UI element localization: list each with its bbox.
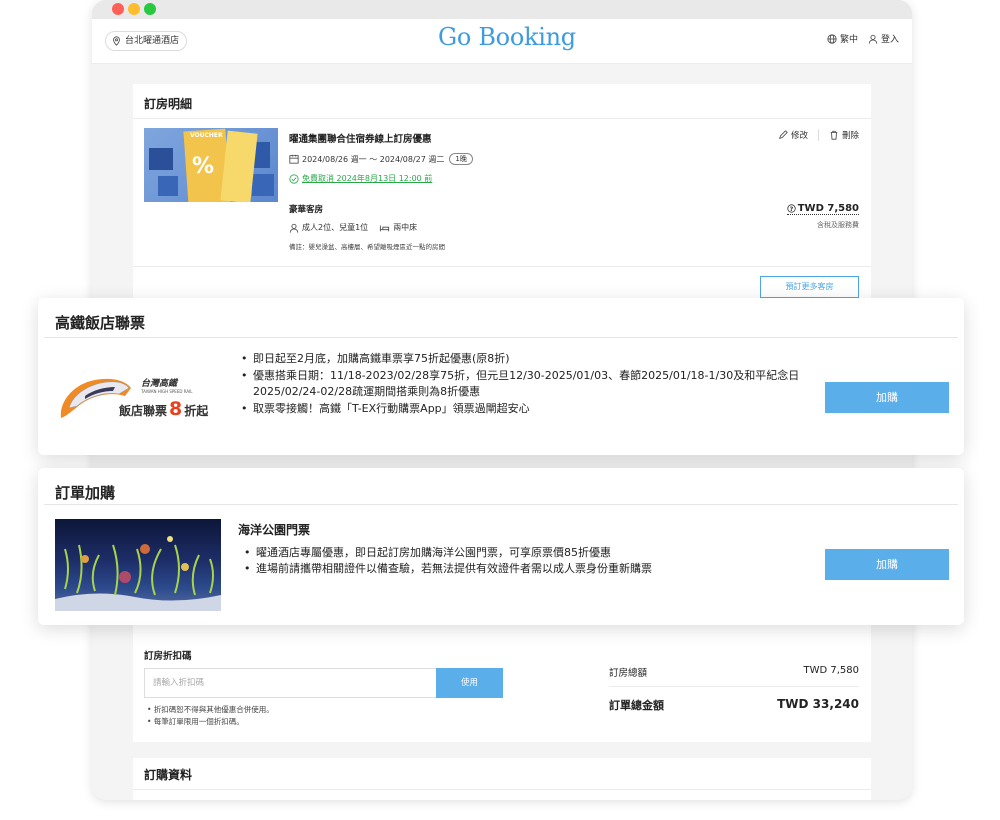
info-icon: ? — [787, 204, 796, 213]
hotel-name: 台北曜通酒店 — [125, 36, 180, 46]
nights-badge: 1晚 — [449, 153, 473, 165]
room-type: 豪華客房 — [289, 205, 324, 215]
site-logo[interactable]: Go Booking — [438, 23, 576, 51]
plan-name: 曜通集團聯合住宿券線上訂房優惠 — [289, 134, 432, 145]
coral-reef-illustration — [55, 536, 221, 611]
booking-detail-card: 訂房明細 VOUCHER % 曜通集團聯合住宿券線上訂房優惠 2024/08/2… — [133, 84, 871, 302]
plan-image: VOUCHER % — [144, 128, 278, 202]
voucher-text: VOUCHER — [190, 132, 223, 139]
hsr-bullet: 優惠搭乘日期：11/18-2023/02/28享75折，但元旦12/30-202… — [239, 368, 809, 401]
delete-label: 刪除 — [841, 131, 859, 141]
hsr-bullet-text: 優惠搭乘日期：11/18-2023/02/28享75折，但元旦12/30-202… — [253, 368, 800, 382]
location-pin-icon — [113, 36, 120, 46]
check-circle-icon — [289, 173, 299, 184]
addon-bullet: 進場前請攜帶相關證件以備查驗，若無法提供有效證件者需以成人票身份重新購票 — [242, 561, 802, 577]
bed-icon — [380, 225, 390, 231]
booking-detail-title: 訂房明細 — [144, 97, 193, 111]
room-total-value: TWD 7,580 — [803, 665, 859, 676]
addon-product-name: 海洋公園門票 — [238, 523, 311, 537]
hsr-combo-modal: 高鐵飯店聯票 台灣高鐵 TAIWAN HIGH SPEED RAIL 飯店聯票 … — [38, 298, 964, 455]
addon-bullet: 曜通酒店專屬優惠，即日起訂房加購海洋公園門票，可享原票價85折優惠 — [242, 545, 802, 561]
addon-add-button[interactable]: 加購 — [825, 549, 949, 580]
user-icon — [868, 34, 878, 44]
edit-button[interactable]: 修改 — [778, 129, 808, 141]
edit-label: 修改 — [790, 131, 808, 141]
purchase-info-title: 訂購資料 — [144, 768, 193, 782]
hsr-bullet-text-cont: 2025/02/24-02/28疏運期間搭乘則為8折優惠 — [253, 385, 481, 398]
title-bar — [92, 0, 912, 19]
order-addon-modal: 訂單加購 海洋公園門票 曜通酒店專屬優惠，即日起訂房加購海洋公園門票，可享原票價… — [38, 468, 964, 625]
login-label: 登入 — [880, 35, 899, 45]
order-total-label: 訂單總金額 — [609, 699, 664, 712]
login-link[interactable]: 登入 — [868, 32, 899, 45]
guest-count: 成人2位、兒童1位 — [302, 223, 369, 232]
pencil-icon — [778, 130, 788, 139]
divider — [133, 118, 871, 119]
addon-modal-title: 訂單加購 — [55, 484, 116, 502]
price-note: 含稅及服務費 — [817, 221, 859, 229]
guest-icon — [289, 223, 299, 233]
order-summary-card: 訂房折扣碼 請輸入折扣碼 使用 • 折扣碼恕不得與其他優惠合併使用。 • 每筆訂… — [133, 618, 871, 742]
close-window-button[interactable] — [112, 3, 124, 15]
room-price[interactable]: TWD 7,580 — [798, 203, 859, 214]
calendar-icon — [289, 154, 299, 164]
coupon-input[interactable]: 請輸入折扣碼 — [144, 668, 437, 698]
globe-icon — [827, 33, 837, 44]
discount-text: 折起 — [184, 404, 209, 418]
hsr-modal-title: 高鐵飯店聯票 — [55, 314, 146, 332]
delete-button[interactable]: 刪除 — [829, 129, 859, 141]
svg-text:?: ? — [789, 206, 793, 213]
hsr-bullets: 即日起至2月底，加購高鐵車票享75折起優惠(原8折) 優惠搭乘日期：11/18-… — [239, 351, 809, 417]
hsr-logo: 台灣高鐵 TAIWAN HIGH SPEED RAIL 飯店聯票 8 折起 — [55, 360, 223, 430]
hsr-brand-text: 台灣高鐵 — [141, 379, 178, 389]
purchase-info-card: 訂購資料 — [133, 758, 871, 800]
room-total-label: 訂房總額 — [609, 668, 648, 679]
booking-note: 備註：嬰兒澡盆、高樓層、希望離吸煙區近一點的房間 — [289, 243, 445, 251]
coupon-note-text: 折扣碼恕不得與其他優惠合併使用。 — [153, 705, 274, 714]
hsr-bullet: 取票零接觸！高鐵「T-EX行動購票App」領票過閘超安心 — [239, 401, 809, 418]
language-switch[interactable]: 繁中 — [827, 32, 858, 45]
discount-number: 8 — [169, 398, 183, 420]
trash-icon — [830, 130, 838, 140]
percent-symbol: % — [192, 154, 215, 179]
hsr-bullet: 即日起至2月底，加購高鐵車票享75折起優惠(原8折) — [239, 351, 809, 368]
coupon-note: • 每筆訂單限用一個折扣碼。 — [147, 717, 244, 726]
stay-dates: 2024/08/26 週一 ～ 2024/08/27 週二 — [302, 154, 445, 164]
maximize-window-button[interactable] — [144, 3, 156, 15]
apply-coupon-button[interactable]: 使用 — [436, 668, 503, 698]
coupon-title: 訂房折扣碼 — [144, 651, 192, 662]
coupon-note-text: 每筆訂單限用一個折扣碼。 — [153, 717, 244, 726]
free-cancel-text: 免費取消 2024年8月13日 12:00 前 — [302, 174, 433, 183]
order-total-value: TWD 33,240 — [777, 697, 859, 711]
hotel-selector[interactable]: 台北曜通酒店 — [105, 31, 188, 51]
coupon-note: • 折扣碼恕不得與其他優惠合併使用。 — [147, 705, 274, 714]
minimize-window-button[interactable] — [128, 3, 140, 15]
book-more-rooms-button[interactable]: 預訂更多客房 — [760, 276, 859, 298]
hsr-add-button[interactable]: 加購 — [825, 382, 949, 413]
combo-ticket-text: 飯店聯票 — [119, 404, 168, 418]
site-header: 台北曜通酒店 Go Booking 繁中 登入 — [92, 19, 912, 64]
addon-bullets: 曜通酒店專屬優惠，即日起訂房加購海洋公園門票，可享原票價85折優惠 進場前請攜帶… — [242, 545, 802, 577]
language-label: 繁中 — [839, 35, 858, 45]
hsr-brand-subtext: TAIWAN HIGH SPEED RAIL — [141, 389, 193, 394]
ocean-park-image — [55, 519, 221, 611]
bed-type: 兩中床 — [393, 223, 418, 232]
